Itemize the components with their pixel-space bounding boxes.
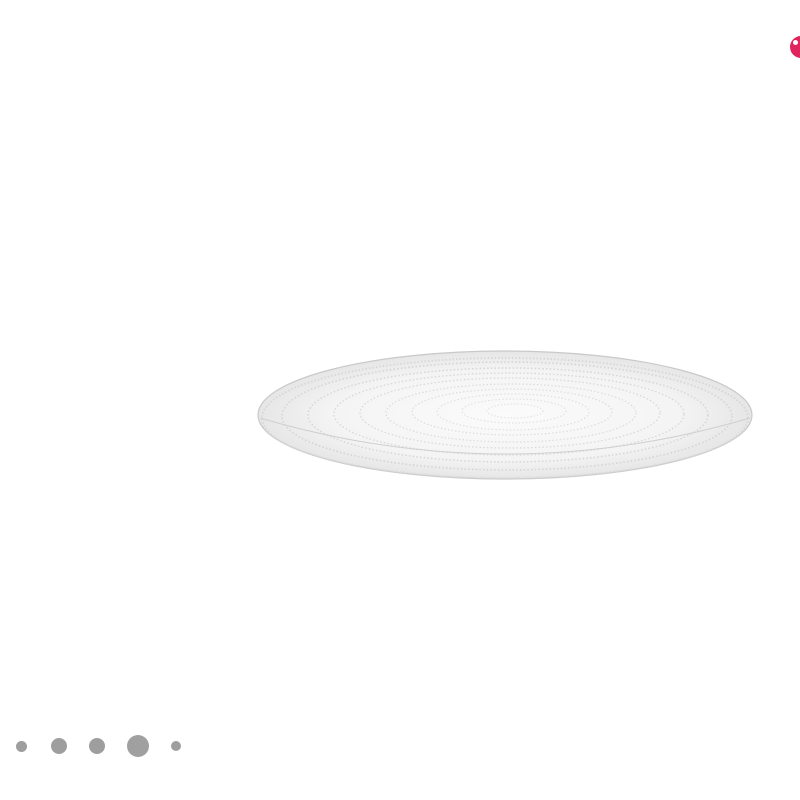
glass-plate-image (257, 350, 753, 480)
carousel-dot-4-active[interactable] (127, 735, 149, 757)
carousel-pagination (16, 730, 181, 762)
carousel-dot-2[interactable] (51, 738, 67, 754)
carousel-dot-5[interactable] (171, 741, 181, 751)
carousel-dot-3[interactable] (89, 738, 105, 754)
product-gallery (0, 0, 800, 800)
carousel-dot-1[interactable] (16, 740, 27, 752)
heart-badge-icon[interactable] (790, 36, 800, 58)
